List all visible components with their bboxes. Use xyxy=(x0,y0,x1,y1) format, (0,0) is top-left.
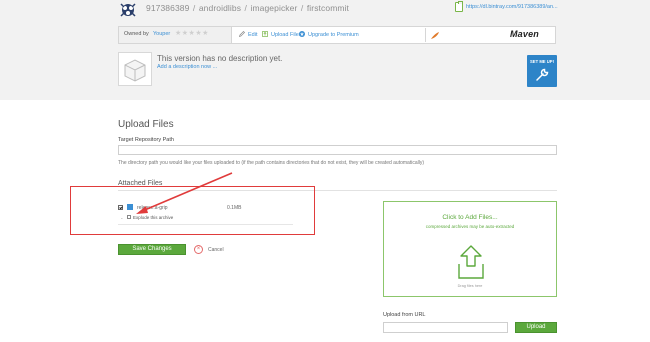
upload-url-input[interactable] xyxy=(383,322,508,333)
owned-by-label: Owned by xyxy=(124,31,149,37)
owned-by-box: Owned by Youper ★★★★★ xyxy=(119,27,232,43)
dropzone-title[interactable]: Click to Add Files... xyxy=(384,214,556,221)
file-checkbox[interactable] xyxy=(118,205,123,210)
breadcrumb-repo[interactable]: androidlibs xyxy=(199,3,241,13)
upload-url-label: Upload from URL xyxy=(383,312,426,318)
file-name: release.a-grip xyxy=(137,205,168,211)
rating-stars[interactable]: ★★★★★ xyxy=(175,29,209,37)
target-path-help: The directory path you would like your f… xyxy=(118,160,424,166)
page-title: Upload Files xyxy=(118,119,174,130)
target-path-input[interactable] xyxy=(118,145,557,155)
file-divider xyxy=(118,224,293,225)
cancel-x-icon[interactable]: × xyxy=(194,245,203,254)
add-description-link[interactable]: Add a description now ... xyxy=(157,64,217,70)
set-me-up-label: SET ME UP! xyxy=(530,59,554,64)
upload-arrow-icon xyxy=(458,245,484,279)
maven-logo-text: Maven xyxy=(509,29,539,39)
package-box-icon xyxy=(118,52,152,86)
star-circle-icon xyxy=(299,31,305,37)
avatar[interactable] xyxy=(119,2,137,18)
dropzone-hint: Drag files here xyxy=(457,284,483,288)
file-dropzone[interactable]: Click to Add Files... compressed archive… xyxy=(383,201,557,297)
explode-archive-checkbox[interactable] xyxy=(127,215,131,219)
breadcrumb-version: firstcommit xyxy=(306,3,350,13)
download-link[interactable]: https://dl.bintray.com/917386389/an... xyxy=(466,4,558,10)
upload-files-button[interactable]: Upload Files xyxy=(262,31,302,38)
edit-label: Edit xyxy=(248,32,258,38)
owner-link[interactable]: Youper xyxy=(153,31,170,37)
breadcrumb: 917386389 / androidlibs / imagepicker / … xyxy=(146,3,350,13)
avatar-icon xyxy=(119,2,137,18)
clipboard-icon[interactable] xyxy=(455,1,463,12)
set-me-up-button[interactable]: SET ME UP! xyxy=(527,55,557,87)
no-description-text: This version has no description yet. xyxy=(157,54,283,63)
version-toolbar: Owned by Youper ★★★★★ Edit Upload Files … xyxy=(118,26,556,44)
breadcrumb-user[interactable]: 917386389 xyxy=(146,3,189,13)
annotation-highlight-box xyxy=(70,186,315,235)
target-path-label: Target Repository Path xyxy=(118,137,174,143)
maven-logo: Maven xyxy=(425,28,551,42)
pencil-icon xyxy=(239,31,245,37)
dropzone-subtitle: compressed archives may be auto-extracte… xyxy=(425,224,515,229)
upload-icon xyxy=(262,31,268,37)
upgrade-label: Upgrade to Premium xyxy=(308,32,359,38)
edit-button[interactable]: Edit xyxy=(239,31,257,38)
file-size: 0.1MB xyxy=(227,205,242,211)
upload-files-label: Upload Files xyxy=(271,32,302,38)
cancel-link[interactable]: Cancel xyxy=(208,247,224,253)
upload-url-button[interactable]: Upload xyxy=(515,322,557,333)
upgrade-premium-button[interactable]: Upgrade to Premium xyxy=(299,31,359,38)
explode-archive-label: Explode this archive xyxy=(133,215,174,220)
breadcrumb-package[interactable]: imagepicker xyxy=(250,3,297,13)
save-changes-button[interactable]: Save Changes xyxy=(118,244,186,255)
file-icon xyxy=(127,204,133,210)
wrench-icon xyxy=(536,68,549,81)
indent-dash: - xyxy=(121,216,123,222)
feather-icon xyxy=(431,32,439,39)
